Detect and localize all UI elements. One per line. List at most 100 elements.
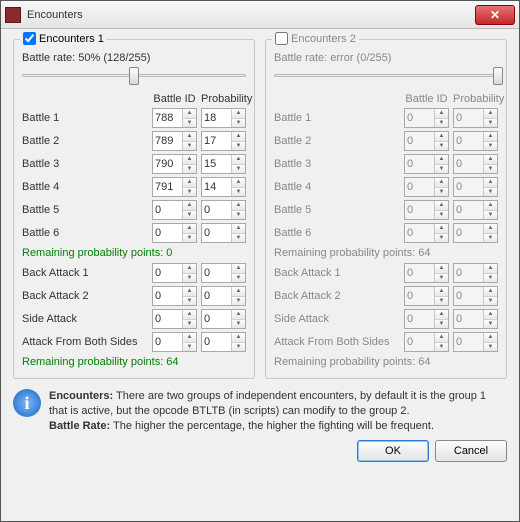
battle-row: Battle 2 ▲ ▼ ▲ ▼ bbox=[22, 131, 246, 151]
battle-id-stepper-input[interactable] bbox=[153, 155, 182, 173]
spin-up-icon[interactable]: ▲ bbox=[183, 201, 196, 211]
spin-down-icon[interactable]: ▼ bbox=[183, 234, 196, 243]
battle-id-stepper-input[interactable] bbox=[153, 333, 182, 351]
battle-id-stepper-input[interactable] bbox=[153, 224, 182, 242]
spin-up-icon[interactable]: ▲ bbox=[183, 224, 196, 234]
spin-up-icon: ▲ bbox=[484, 155, 497, 165]
battle-id-stepper[interactable]: ▲ ▼ bbox=[152, 200, 197, 220]
probability-stepper[interactable]: ▲ ▼ bbox=[201, 131, 246, 151]
spin-up-icon[interactable]: ▲ bbox=[232, 201, 245, 211]
spin-down-icon[interactable]: ▼ bbox=[232, 297, 245, 306]
spin-up-icon[interactable]: ▲ bbox=[232, 132, 245, 142]
probability-stepper-input[interactable] bbox=[202, 224, 231, 242]
battle-id-stepper-input[interactable] bbox=[153, 287, 182, 305]
probability-stepper: ▲ ▼ bbox=[453, 108, 498, 128]
probability-stepper-input[interactable] bbox=[202, 201, 231, 219]
battle-id-stepper-input[interactable] bbox=[153, 264, 182, 282]
battle-id-stepper-input[interactable] bbox=[153, 109, 182, 127]
spin-up-icon[interactable]: ▲ bbox=[183, 155, 196, 165]
spin-up-icon[interactable]: ▲ bbox=[183, 333, 196, 343]
group-checkbox[interactable] bbox=[23, 32, 36, 45]
spin-up-icon[interactable]: ▲ bbox=[232, 287, 245, 297]
spin-up-icon[interactable]: ▲ bbox=[232, 264, 245, 274]
slider-thumb[interactable] bbox=[129, 67, 139, 85]
info-text: Encounters: There are two groups of inde… bbox=[49, 389, 507, 434]
probability-stepper[interactable]: ▲ ▼ bbox=[201, 223, 246, 243]
battle-id-stepper-input[interactable] bbox=[153, 132, 182, 150]
spin-down-icon[interactable]: ▼ bbox=[232, 234, 245, 243]
battle-id-stepper: ▲ ▼ bbox=[404, 309, 449, 329]
spin-down-icon[interactable]: ▼ bbox=[232, 320, 245, 329]
spin-down-icon[interactable]: ▼ bbox=[232, 211, 245, 220]
probability-stepper[interactable]: ▲ ▼ bbox=[201, 154, 246, 174]
battle-id-stepper[interactable]: ▲ ▼ bbox=[152, 177, 197, 197]
spin-down-icon: ▼ bbox=[484, 234, 497, 243]
spin-down-icon[interactable]: ▼ bbox=[183, 142, 196, 151]
battle-id-stepper[interactable]: ▲ ▼ bbox=[152, 108, 197, 128]
spin-down-icon[interactable]: ▼ bbox=[232, 142, 245, 151]
battle-id-stepper-input[interactable] bbox=[153, 178, 182, 196]
battle-id-stepper[interactable]: ▲ ▼ bbox=[152, 154, 197, 174]
probability-stepper[interactable]: ▲ ▼ bbox=[201, 263, 246, 283]
battle-id-stepper[interactable]: ▲ ▼ bbox=[152, 263, 197, 283]
spin-down-icon[interactable]: ▼ bbox=[232, 274, 245, 283]
spin-down-icon[interactable]: ▼ bbox=[183, 165, 196, 174]
cancel-button[interactable]: Cancel bbox=[435, 440, 507, 462]
spin-down-icon[interactable]: ▼ bbox=[183, 297, 196, 306]
spin-up-icon[interactable]: ▲ bbox=[183, 264, 196, 274]
probability-stepper[interactable]: ▲ ▼ bbox=[201, 200, 246, 220]
probability-stepper-input[interactable] bbox=[202, 178, 231, 196]
spin-up-icon[interactable]: ▲ bbox=[232, 224, 245, 234]
battle-id-stepper[interactable]: ▲ ▼ bbox=[152, 332, 197, 352]
probability-stepper-input[interactable] bbox=[202, 287, 231, 305]
probability-stepper-input[interactable] bbox=[202, 310, 231, 328]
battle-id-stepper-input bbox=[405, 224, 434, 242]
probability-stepper-input bbox=[454, 224, 483, 242]
spin-up-icon[interactable]: ▲ bbox=[232, 333, 245, 343]
probability-stepper-input[interactable] bbox=[202, 333, 231, 351]
probability-stepper-input[interactable] bbox=[202, 109, 231, 127]
spin-up-icon[interactable]: ▲ bbox=[232, 155, 245, 165]
window-title: Encounters bbox=[27, 9, 475, 21]
probability-stepper-input[interactable] bbox=[202, 264, 231, 282]
battle-rate-slider[interactable] bbox=[22, 67, 246, 85]
close-button[interactable]: ✕ bbox=[475, 5, 515, 25]
spin-down-icon[interactable]: ▼ bbox=[232, 119, 245, 128]
probability-stepper-input[interactable] bbox=[202, 155, 231, 173]
spin-down-icon[interactable]: ▼ bbox=[183, 274, 196, 283]
col-battle-id: Battle ID bbox=[404, 93, 449, 105]
probability-stepper[interactable]: ▲ ▼ bbox=[201, 309, 246, 329]
spin-up-icon[interactable]: ▲ bbox=[232, 310, 245, 320]
spin-down-icon[interactable]: ▼ bbox=[232, 343, 245, 352]
spin-up-icon[interactable]: ▲ bbox=[183, 310, 196, 320]
spin-up-icon[interactable]: ▲ bbox=[183, 109, 196, 119]
spin-down-icon[interactable]: ▼ bbox=[183, 211, 196, 220]
probability-stepper[interactable]: ▲ ▼ bbox=[201, 286, 246, 306]
battle-id-stepper[interactable]: ▲ ▼ bbox=[152, 286, 197, 306]
battle-id-stepper[interactable]: ▲ ▼ bbox=[152, 131, 197, 151]
probability-stepper[interactable]: ▲ ▼ bbox=[201, 108, 246, 128]
spin-up-icon[interactable]: ▲ bbox=[232, 178, 245, 188]
battle-id-stepper-input[interactable] bbox=[153, 201, 182, 219]
spin-up-icon[interactable]: ▲ bbox=[183, 178, 196, 188]
spin-up-icon[interactable]: ▲ bbox=[183, 132, 196, 142]
group-checkbox[interactable] bbox=[275, 32, 288, 45]
spin-down-icon[interactable]: ▼ bbox=[183, 188, 196, 197]
probability-stepper[interactable]: ▲ ▼ bbox=[201, 332, 246, 352]
battle-row: Back Attack 2 ▲ ▼ ▲ ▼ bbox=[274, 286, 498, 306]
spin-up-icon[interactable]: ▲ bbox=[232, 109, 245, 119]
spin-up-icon[interactable]: ▲ bbox=[183, 287, 196, 297]
spin-down-icon[interactable]: ▼ bbox=[183, 320, 196, 329]
spin-up-icon: ▲ bbox=[435, 155, 448, 165]
spin-down-icon[interactable]: ▼ bbox=[232, 165, 245, 174]
battle-id-stepper[interactable]: ▲ ▼ bbox=[152, 223, 197, 243]
spin-down-icon[interactable]: ▼ bbox=[232, 188, 245, 197]
battle-id-stepper-input[interactable] bbox=[153, 310, 182, 328]
spin-down-icon[interactable]: ▼ bbox=[183, 119, 196, 128]
row-label: Battle 5 bbox=[22, 204, 148, 216]
spin-down-icon[interactable]: ▼ bbox=[183, 343, 196, 352]
ok-button[interactable]: OK bbox=[357, 440, 429, 462]
probability-stepper[interactable]: ▲ ▼ bbox=[201, 177, 246, 197]
probability-stepper-input[interactable] bbox=[202, 132, 231, 150]
battle-id-stepper[interactable]: ▲ ▼ bbox=[152, 309, 197, 329]
